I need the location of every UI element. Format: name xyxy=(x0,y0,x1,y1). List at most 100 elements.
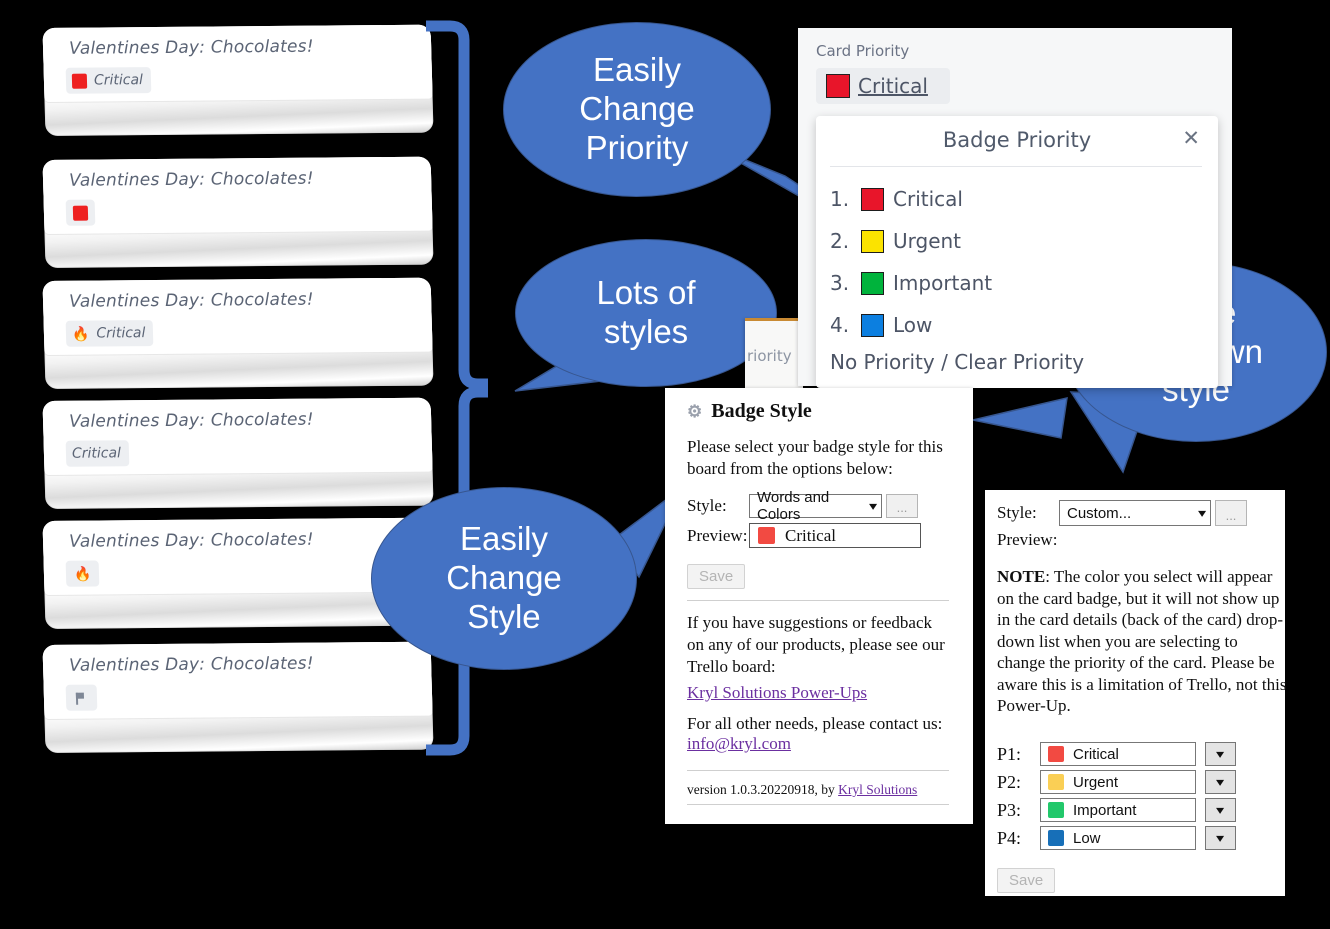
card-badge[interactable]: 🔥 xyxy=(65,560,100,587)
note-body: : The color you select will appear on th… xyxy=(997,567,1287,716)
priority-dropdown-button[interactable]: ▾ xyxy=(1205,770,1236,794)
email-link[interactable]: info@kryl.com xyxy=(687,734,791,753)
gear-icon: ⚙ xyxy=(687,402,703,421)
fire-icon: 🔥 xyxy=(71,325,90,342)
priority-swatch xyxy=(826,74,850,98)
badge-swatch xyxy=(72,205,89,221)
card-badge[interactable]: Critical xyxy=(65,67,152,94)
divider xyxy=(830,166,1202,167)
priority-value-box[interactable]: Important xyxy=(1040,798,1196,822)
priority-swatch xyxy=(1048,802,1064,818)
priority-row-p4: P4: Low ▾ xyxy=(997,826,1236,850)
priority-option-critical[interactable]: 1. Critical xyxy=(830,178,1208,220)
card-priority-value-button[interactable]: Critical xyxy=(816,68,950,104)
option-swatch xyxy=(861,187,884,211)
priority-value-box[interactable]: Urgent xyxy=(1040,770,1196,794)
chevron-down-icon: ▾ xyxy=(1216,802,1225,817)
slide-canvas: Valentines Day: Chocolates! Critical Val… xyxy=(0,0,1330,929)
style-select[interactable]: Words and Colors ▾ xyxy=(749,489,882,523)
card-badge[interactable]: 🔥 Critical xyxy=(65,320,154,347)
badge-label: Critical xyxy=(93,72,144,89)
option-number: 1. xyxy=(830,187,850,211)
custom-style-panel: Style: Custom... ▾ ... Preview: NOTE: Th… xyxy=(985,490,1287,896)
divider xyxy=(687,770,949,771)
save-button[interactable]: Save xyxy=(997,868,1056,893)
card-preview-1[interactable]: Valentines Day: Chocolates! Critical xyxy=(42,24,434,136)
style-row: Style: Words and Colors ▾ ... xyxy=(687,489,918,523)
card-badge[interactable] xyxy=(65,684,98,711)
callout-change-priority: Easily Change Priority xyxy=(503,22,930,271)
priority-dropdown-button[interactable]: ▾ xyxy=(1205,826,1236,850)
card-badge[interactable] xyxy=(65,199,96,226)
version-row: version 1.0.3.20220918, by Kryl Solution… xyxy=(687,782,953,798)
card-title: Valentines Day: Chocolates! xyxy=(68,289,315,312)
preview-label: Preview: xyxy=(687,525,748,545)
priority-option-urgent[interactable]: 2. Urgent xyxy=(830,220,1208,262)
trello-board-link[interactable]: Kryl Solutions Power-Ups xyxy=(687,683,867,702)
priority-option-low[interactable]: 4. Low xyxy=(830,304,1208,346)
card-title: Valentines Day: Chocolates! xyxy=(68,529,315,552)
fire-icon: 🔥 xyxy=(73,565,92,582)
badge-style-heading: ⚙ Badge Style xyxy=(687,400,812,423)
chevron-down-icon: ▾ xyxy=(1216,774,1225,789)
option-number: 4. xyxy=(830,313,850,337)
dialog-title: Badge Priority xyxy=(942,128,1092,152)
version-text: version 1.0.3.20220918, by xyxy=(687,782,839,797)
priority-swatch xyxy=(1048,830,1064,846)
priority-row-p3: P3: Important ▾ xyxy=(997,798,1236,822)
card-title: Valentines Day: Chocolates! xyxy=(68,36,315,59)
priority-key: P3: xyxy=(997,799,1022,820)
option-label: Important xyxy=(893,271,993,295)
priority-key: P1: xyxy=(997,743,1022,764)
badge-priority-dialog: Badge Priority ✕ 1. Critical 2. Urgent 3… xyxy=(816,116,1218,388)
priority-option-important[interactable]: 3. Important xyxy=(830,262,1208,304)
email-link-row: info@kryl.com xyxy=(687,733,953,755)
callout-text: Lots of styles xyxy=(596,274,696,350)
card-badge[interactable]: Critical xyxy=(65,440,130,467)
priority-dropdown-button[interactable]: ▾ xyxy=(1205,742,1236,766)
custom-style-more-button[interactable]: ... xyxy=(1215,500,1247,526)
close-icon[interactable]: ✕ xyxy=(1182,128,1200,149)
save-row: Save xyxy=(687,564,746,589)
callout-text: Easily Change Priority xyxy=(579,51,695,166)
card-title: Valentines Day: Chocolates! xyxy=(68,168,315,191)
callout-body: Lots of styles xyxy=(515,239,777,387)
badge-label: Critical xyxy=(71,445,122,462)
priority-label: Important xyxy=(1073,801,1137,819)
callout-body: Easily Change Style xyxy=(371,487,637,670)
custom-style-row: Style: Custom... ▾ ... xyxy=(997,500,1247,526)
contact-text: For all other needs, please contact us: xyxy=(687,714,943,733)
card-title: Valentines Day: Chocolates! xyxy=(68,409,315,432)
card-preview-3[interactable]: Valentines Day: Chocolates! 🔥 Critical xyxy=(42,277,434,389)
save-button[interactable]: Save xyxy=(687,564,746,589)
callout-lots-of-styles: Lots of styles xyxy=(514,239,777,392)
priority-dropdown-button[interactable]: ▾ xyxy=(1205,798,1236,822)
priority-row-p1: P1: Critical ▾ xyxy=(997,742,1236,766)
clear-priority-option[interactable]: No Priority / Clear Priority xyxy=(830,350,1084,374)
priority-value-box[interactable]: Low xyxy=(1040,826,1196,850)
badge-swatch xyxy=(71,73,88,89)
note-bold-label: NOTE xyxy=(997,567,1046,586)
card-priority-label: Card Priority xyxy=(816,42,910,60)
option-label: Urgent xyxy=(893,229,962,253)
callout-body: Easily Change Priority xyxy=(503,22,771,197)
option-swatch xyxy=(861,313,884,337)
priority-value-text: Critical xyxy=(858,74,928,98)
trello-board-link-row: Kryl Solutions Power-Ups xyxy=(687,682,953,704)
preview-box: Critical xyxy=(749,523,921,548)
background-panel-partial-text: riority xyxy=(747,347,792,365)
priority-value-box[interactable]: Critical xyxy=(1040,742,1196,766)
custom-style-select-value: Custom... xyxy=(1067,504,1132,522)
priority-key: P2: xyxy=(997,771,1022,792)
card-preview-2[interactable]: Valentines Day: Chocolates! xyxy=(42,156,434,268)
style-select-value: Words and Colors xyxy=(757,489,830,523)
custom-preview-row: Preview: xyxy=(997,530,1059,550)
flag-icon xyxy=(74,690,89,705)
priority-swatch xyxy=(1048,774,1064,790)
preview-text: Critical xyxy=(785,525,836,545)
background-panel: riority xyxy=(745,318,803,392)
custom-style-select[interactable]: Custom... ▾ xyxy=(1059,500,1211,526)
style-more-button[interactable]: ... xyxy=(886,494,918,518)
vendor-link[interactable]: Kryl Solutions xyxy=(838,782,917,797)
callout-change-style: Easily Change Style xyxy=(371,486,684,670)
